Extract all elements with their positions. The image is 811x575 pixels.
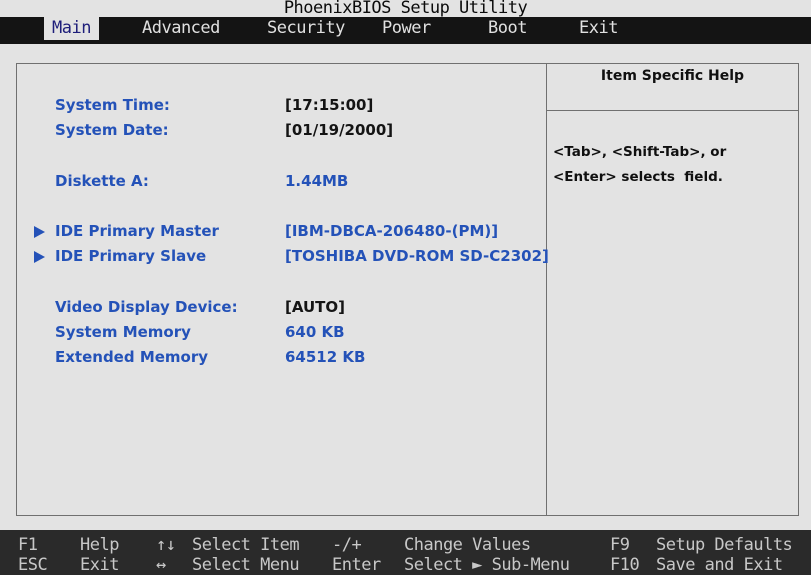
video-display-device-label[interactable]: Video Display Device: bbox=[55, 298, 238, 316]
system-memory-label: System Memory bbox=[55, 323, 191, 341]
system-time-label[interactable]: System Time: bbox=[55, 96, 170, 114]
system-date-value[interactable]: [01/19/2000] bbox=[285, 121, 393, 139]
submenu-arrow-icon bbox=[34, 251, 45, 263]
key-esc: ESC bbox=[18, 555, 48, 575]
tab-power[interactable]: Power bbox=[382, 17, 431, 40]
ide-primary-master-label[interactable]: IDE Primary Master bbox=[55, 222, 219, 240]
key-plusminus-desc: Change Values bbox=[404, 535, 531, 555]
key-f9-desc: Setup Defaults bbox=[656, 535, 793, 555]
key-leftright-desc: Select Menu bbox=[192, 555, 300, 575]
key-enter: Enter bbox=[332, 555, 381, 575]
key-f10-desc: Save and Exit bbox=[656, 555, 783, 575]
key-leftright: ↔ bbox=[156, 555, 166, 575]
extended-memory-value: 64512 KB bbox=[285, 348, 366, 366]
system-date-label[interactable]: System Date: bbox=[55, 121, 169, 139]
help-panel: Item Specific Help <Tab>, <Shift-Tab>, o… bbox=[547, 63, 799, 516]
tab-advanced[interactable]: Advanced bbox=[142, 17, 220, 40]
help-divider bbox=[547, 110, 798, 111]
ide-primary-slave-label[interactable]: IDE Primary Slave bbox=[55, 247, 206, 265]
window-title: PhoenixBIOS Setup Utility bbox=[0, 0, 811, 17]
key-updown: ↑↓ bbox=[156, 535, 176, 555]
key-esc-desc: Exit bbox=[80, 555, 119, 575]
key-f9: F9 bbox=[610, 535, 630, 555]
submenu-arrow-icon bbox=[34, 226, 45, 238]
key-plusminus: -/+ bbox=[332, 535, 362, 555]
extended-memory-label: Extended Memory bbox=[55, 348, 209, 366]
tab-boot[interactable]: Boot bbox=[488, 17, 527, 40]
video-display-device-value[interactable]: [AUTO] bbox=[285, 298, 345, 316]
help-title: Item Specific Help bbox=[600, 68, 745, 84]
diskette-a-value[interactable]: 1.44MB bbox=[285, 172, 348, 190]
ide-primary-slave-value[interactable]: [TOSHIBA DVD-ROM SD-C2302] bbox=[285, 247, 549, 265]
ide-primary-master-value[interactable]: [IBM-DBCA-206480-(PM)] bbox=[285, 222, 498, 240]
key-f10: F10 bbox=[610, 555, 640, 575]
tab-main[interactable]: Main bbox=[44, 17, 99, 40]
tab-security[interactable]: Security bbox=[267, 17, 345, 40]
tab-exit[interactable]: Exit bbox=[579, 17, 618, 40]
system-memory-value: 640 KB bbox=[285, 323, 345, 341]
key-f1: F1 bbox=[18, 535, 38, 555]
system-time-value[interactable]: [17:15:00] bbox=[285, 96, 373, 114]
menu-bar: Main Advanced Security Power Boot Exit bbox=[0, 17, 811, 44]
key-enter-desc: Select ► Sub-Menu bbox=[404, 555, 570, 575]
help-text-line-2: <Enter> selects field. bbox=[553, 169, 723, 185]
key-updown-desc: Select Item bbox=[192, 535, 300, 555]
key-f1-desc: Help bbox=[80, 535, 119, 555]
key-help-bar: F1 Help ↑↓ Select Item -/+ Change Values… bbox=[0, 530, 811, 575]
help-text-line-1: <Tab>, <Shift-Tab>, or bbox=[553, 144, 727, 160]
diskette-a-label[interactable]: Diskette A: bbox=[55, 172, 149, 190]
